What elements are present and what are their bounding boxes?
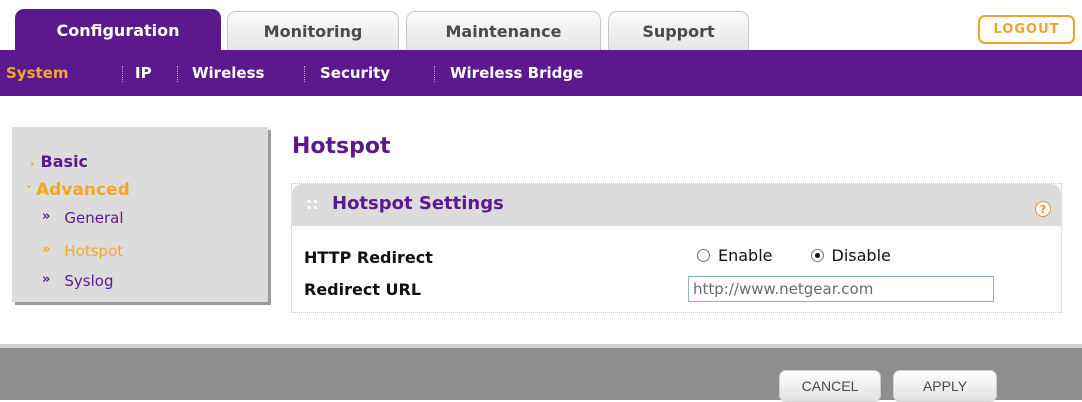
double-chevron-icon: » [42, 209, 51, 224]
subnav-item-wireless[interactable]: Wireless [192, 50, 264, 96]
panel-title: Hotspot Settings [332, 193, 504, 214]
menu-item-general[interactable]: » General [42, 209, 124, 227]
panel-header: :: Hotspot Settings ? [292, 184, 1061, 226]
menu-item-label: Hotspot [64, 242, 124, 260]
drag-handle-icon: :: [306, 194, 319, 213]
enable-label: Enable [718, 246, 773, 265]
subnav-item-wireless-bridge[interactable]: Wireless Bridge [450, 50, 583, 96]
disable-radio[interactable] [810, 249, 824, 262]
subnav-item-security[interactable]: Security [320, 50, 390, 96]
http-redirect-label: HTTP Redirect [304, 248, 433, 267]
menu-advanced-label: Advanced [36, 180, 130, 200]
redirect-url-label: Redirect URL [304, 280, 422, 299]
redirect-url-input[interactable] [688, 276, 994, 302]
chevron-down-icon: ˅ [26, 184, 32, 198]
chevron-right-icon: › [30, 157, 35, 170]
double-chevron-icon: » [42, 242, 51, 257]
http-redirect-radio-group: Enable Disable [697, 246, 891, 265]
cancel-button[interactable]: CANCEL [779, 370, 881, 402]
tab-support[interactable]: Support [608, 11, 749, 50]
menu-item-syslog[interactable]: » Syslog [42, 272, 114, 290]
subnav-separator [122, 66, 123, 82]
menu-basic-label: Basic [40, 152, 89, 171]
subnav-separator [434, 66, 435, 82]
subnav-separator [304, 66, 305, 82]
menu-advanced[interactable]: ˅ Advanced [26, 180, 130, 200]
subnav-separator [177, 66, 178, 82]
menu-item-label: General [64, 209, 124, 227]
menu-item-label: Syslog [64, 272, 114, 290]
tab-configuration[interactable]: Configuration [15, 9, 221, 50]
sub-navigation: System IP Wireless Security Wireless Bri… [0, 50, 1082, 96]
tab-monitoring[interactable]: Monitoring [227, 11, 399, 50]
left-menu: › Basic ˅ Advanced » General » Hotspot » Sysl… [12, 127, 268, 302]
logout-button[interactable]: LOGOUT [978, 15, 1075, 44]
help-icon[interactable]: ? [1035, 201, 1051, 217]
apply-button[interactable]: APPLY [893, 370, 997, 402]
top-tabs: Configuration Monitoring Maintenance Sup… [0, 0, 1082, 50]
disable-label: Disable [831, 246, 891, 265]
subnav-item-ip[interactable]: IP [135, 50, 152, 96]
hotspot-settings-panel: :: Hotspot Settings ? HTTP Redirect Enab… [291, 183, 1062, 313]
menu-basic[interactable]: › Basic [30, 152, 88, 171]
enable-radio[interactable] [697, 249, 710, 262]
tab-maintenance[interactable]: Maintenance [406, 11, 601, 50]
menu-item-hotspot[interactable]: » Hotspot [42, 242, 123, 260]
subnav-item-system[interactable]: System [6, 50, 68, 96]
footer-bar: CANCEL APPLY [0, 344, 1082, 402]
double-chevron-icon: » [42, 272, 51, 287]
page-title: Hotspot [292, 134, 391, 159]
